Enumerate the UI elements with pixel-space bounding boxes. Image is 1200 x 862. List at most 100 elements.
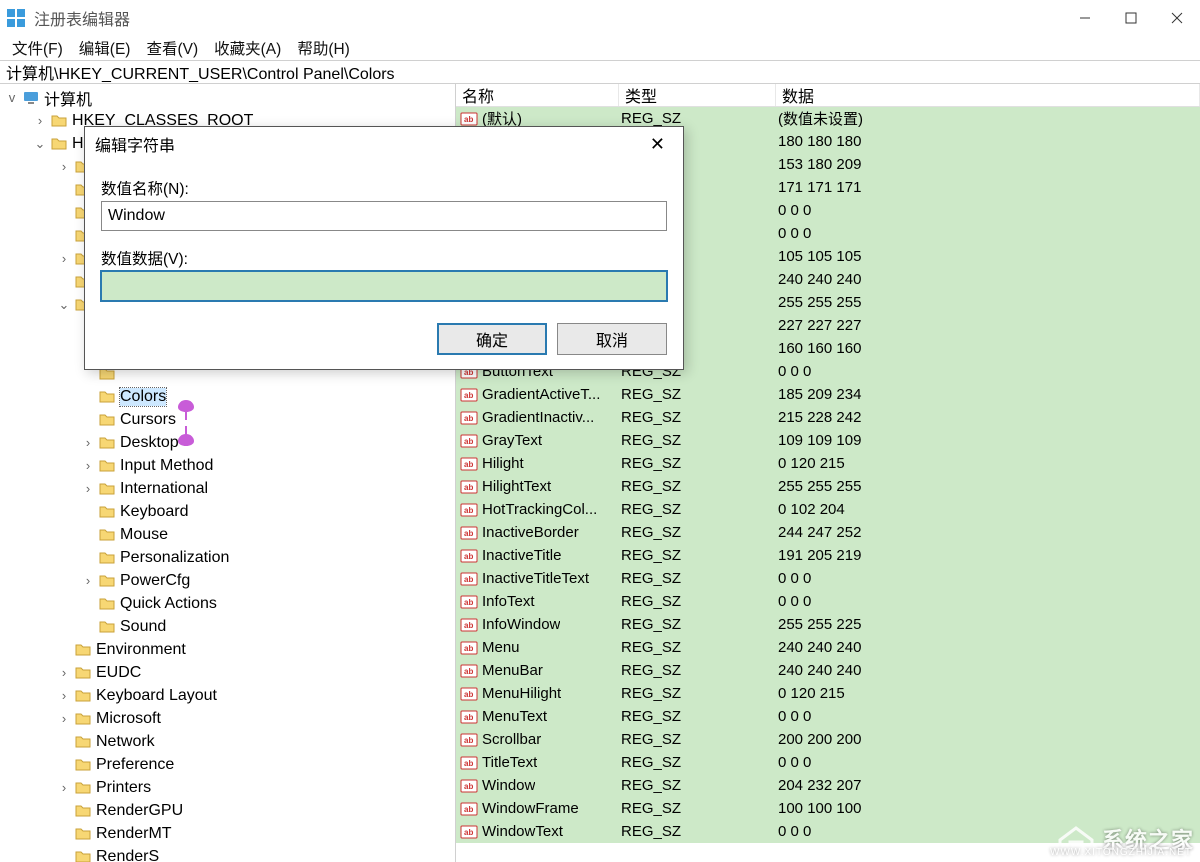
- menu-view[interactable]: 查看(V): [140, 37, 204, 59]
- col-type[interactable]: 类型: [619, 84, 776, 106]
- tree-item[interactable]: Cursors: [0, 408, 455, 431]
- value-row[interactable]: abMenuTextREG_SZ0 0 0: [456, 705, 1200, 728]
- svg-text:ab: ab: [464, 483, 473, 492]
- tree-root[interactable]: v 计算机: [0, 86, 455, 109]
- expand-icon[interactable]: ›: [56, 688, 72, 704]
- cancel-button[interactable]: 取消: [557, 323, 667, 355]
- expand-icon[interactable]: [56, 228, 72, 244]
- expand-icon[interactable]: [80, 504, 96, 520]
- tree-item[interactable]: Network: [0, 730, 455, 753]
- value-type: REG_SZ: [619, 823, 776, 840]
- value-data: 0 0 0: [776, 225, 1200, 242]
- value-row[interactable]: abInactiveTitleREG_SZ191 205 219: [456, 544, 1200, 567]
- value-row[interactable]: abHilightTextREG_SZ255 255 255: [456, 475, 1200, 498]
- value-row[interactable]: abInactiveTitleTextREG_SZ0 0 0: [456, 567, 1200, 590]
- minimize-button[interactable]: [1062, 0, 1108, 36]
- folder-icon: [98, 434, 116, 452]
- tree-item[interactable]: RenderGPU: [0, 799, 455, 822]
- address-bar[interactable]: 计算机\HKEY_CURRENT_USER\Control Panel\Colo…: [0, 60, 1200, 84]
- expand-icon[interactable]: ⌄: [56, 297, 72, 313]
- expand-icon[interactable]: [56, 826, 72, 842]
- expand-icon[interactable]: [56, 274, 72, 290]
- tree-item[interactable]: Quick Actions: [0, 592, 455, 615]
- value-row[interactable]: abMenuBarREG_SZ240 240 240: [456, 659, 1200, 682]
- close-button[interactable]: [1154, 0, 1200, 36]
- value-row[interactable]: abGrayTextREG_SZ109 109 109: [456, 429, 1200, 452]
- folder-icon: [98, 618, 116, 636]
- expand-icon[interactable]: ›: [56, 251, 72, 267]
- expand-icon[interactable]: [56, 642, 72, 658]
- value-name-input[interactable]: [101, 201, 667, 231]
- expand-icon[interactable]: ›: [80, 481, 96, 497]
- menu-help[interactable]: 帮助(H): [291, 37, 356, 59]
- expand-icon[interactable]: [56, 734, 72, 750]
- tree-item[interactable]: Preference: [0, 753, 455, 776]
- expand-icon[interactable]: ›: [32, 113, 48, 129]
- tree-item-label: Mouse: [120, 526, 168, 544]
- tree-item[interactable]: Sound: [0, 615, 455, 638]
- expand-icon[interactable]: ›: [80, 435, 96, 451]
- menu-edit[interactable]: 编辑(E): [73, 37, 137, 59]
- expand-icon[interactable]: [56, 803, 72, 819]
- value-data-input[interactable]: [101, 271, 667, 301]
- tree-item[interactable]: Environment: [0, 638, 455, 661]
- value-row[interactable]: abMenuREG_SZ240 240 240: [456, 636, 1200, 659]
- expand-icon[interactable]: [80, 412, 96, 428]
- expand-icon[interactable]: [80, 389, 96, 405]
- expand-icon[interactable]: [56, 849, 72, 862]
- expand-icon[interactable]: [56, 757, 72, 773]
- value-row[interactable]: abHotTrackingCol...REG_SZ0 102 204: [456, 498, 1200, 521]
- value-row[interactable]: abInfoWindowREG_SZ255 255 225: [456, 613, 1200, 636]
- value-row[interactable]: abHilightREG_SZ0 120 215: [456, 452, 1200, 475]
- expand-icon[interactable]: [56, 182, 72, 198]
- expand-icon[interactable]: v: [4, 90, 20, 106]
- tree-item[interactable]: ›EUDC: [0, 661, 455, 684]
- maximize-button[interactable]: [1108, 0, 1154, 36]
- tree-item[interactable]: Colors: [0, 385, 455, 408]
- tree-item[interactable]: Keyboard: [0, 500, 455, 523]
- tree-item[interactable]: RenderMT: [0, 822, 455, 845]
- tree-item[interactable]: ›Microsoft: [0, 707, 455, 730]
- svg-text:ab: ab: [464, 506, 473, 515]
- tree-item[interactable]: RenderS: [0, 845, 455, 862]
- tree-item[interactable]: ›International: [0, 477, 455, 500]
- col-data[interactable]: 数据: [776, 84, 1200, 106]
- expand-icon[interactable]: ⌄: [32, 136, 48, 152]
- value-row[interactable]: abScrollbarREG_SZ200 200 200: [456, 728, 1200, 751]
- expand-icon[interactable]: [80, 550, 96, 566]
- expand-icon[interactable]: [56, 205, 72, 221]
- expand-icon[interactable]: ›: [56, 711, 72, 727]
- ok-button[interactable]: 确定: [437, 323, 547, 355]
- expand-icon[interactable]: ›: [56, 780, 72, 796]
- tree-item[interactable]: Personalization: [0, 546, 455, 569]
- dialog-close-button[interactable]: ✕: [642, 130, 673, 159]
- expand-icon[interactable]: [80, 527, 96, 543]
- folder-icon: [98, 526, 116, 544]
- dialog-titlebar[interactable]: 编辑字符串 ✕: [85, 127, 683, 161]
- tree-item[interactable]: ›Input Method: [0, 454, 455, 477]
- expand-icon[interactable]: ›: [56, 159, 72, 175]
- menu-file[interactable]: 文件(F): [6, 37, 69, 59]
- expand-icon[interactable]: [80, 596, 96, 612]
- expand-icon[interactable]: ›: [56, 665, 72, 681]
- value-row[interactable]: abWindowREG_SZ204 232 207: [456, 774, 1200, 797]
- value-row[interactable]: abGradientActiveT...REG_SZ185 209 234: [456, 383, 1200, 406]
- tree-item[interactable]: ›Desktop: [0, 431, 455, 454]
- value-row[interactable]: abTitleTextREG_SZ0 0 0: [456, 751, 1200, 774]
- value-row[interactable]: abGradientInactiv...REG_SZ215 228 242: [456, 406, 1200, 429]
- tree-item[interactable]: ›PowerCfg: [0, 569, 455, 592]
- tree-item[interactable]: Mouse: [0, 523, 455, 546]
- value-type: REG_SZ: [619, 524, 776, 541]
- value-data-label: 数值数据(V):: [101, 247, 667, 269]
- value-row[interactable]: abInactiveBorderREG_SZ244 247 252: [456, 521, 1200, 544]
- value-row[interactable]: abMenuHilightREG_SZ0 120 215: [456, 682, 1200, 705]
- tree-item[interactable]: ›Printers: [0, 776, 455, 799]
- menu-favorites[interactable]: 收藏夹(A): [208, 37, 287, 59]
- value-row[interactable]: abInfoTextREG_SZ0 0 0: [456, 590, 1200, 613]
- expand-icon[interactable]: ›: [80, 573, 96, 589]
- expand-icon[interactable]: ›: [80, 458, 96, 474]
- expand-icon[interactable]: [80, 619, 96, 635]
- col-name[interactable]: 名称: [456, 84, 619, 106]
- tree-item[interactable]: ›Keyboard Layout: [0, 684, 455, 707]
- value-row[interactable]: abWindowFrameREG_SZ100 100 100: [456, 797, 1200, 820]
